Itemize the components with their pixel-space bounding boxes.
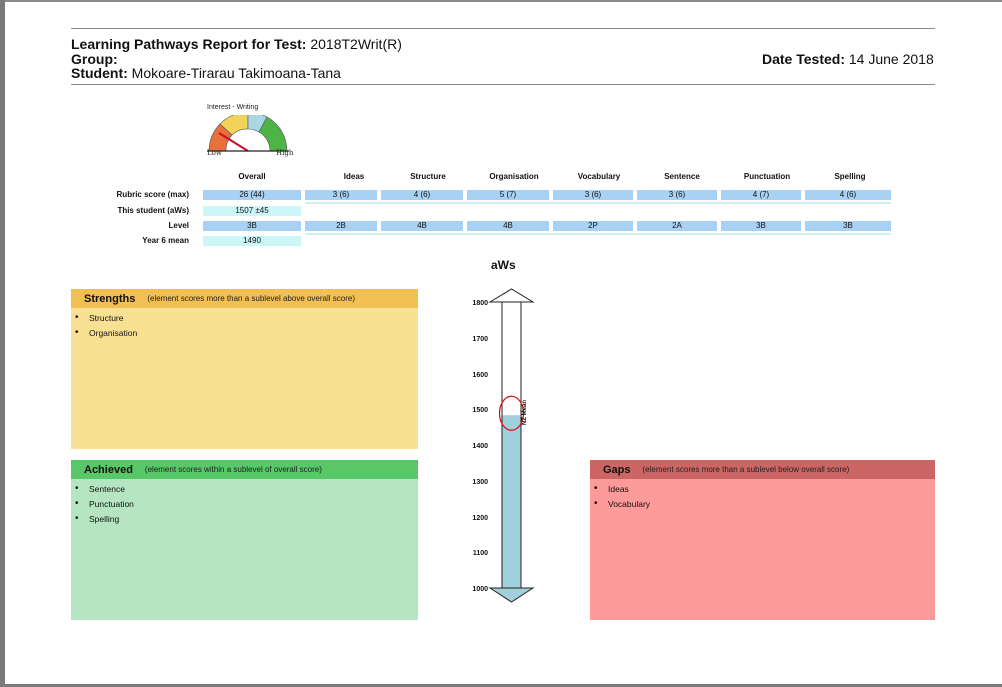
gauge-title: Interest - Writing — [207, 104, 259, 111]
report-title-label: Learning Pathways Report for Test: — [71, 36, 307, 52]
col-header-overall: Overall — [238, 172, 266, 181]
col-header-sentence: Sentence — [664, 172, 700, 181]
gaps-panel: Gaps (element scores more than a subleve… — [590, 460, 935, 620]
gauge-high-label: High — [276, 149, 294, 157]
row-label-student: This student (aWs) — [117, 206, 189, 215]
viewer-left-edge — [0, 0, 5, 687]
scale-tick-label: 1700 — [472, 336, 488, 343]
scale-tick-label: 1600 — [472, 372, 488, 379]
achieved-item: Spelling — [75, 511, 134, 527]
gaps-list: Ideas Vocabulary — [590, 481, 650, 512]
test-name: 2018T2Writ(R) — [310, 36, 402, 52]
gaps-desc: (element scores more than a sublevel bel… — [642, 465, 850, 474]
level-overall: 3B — [203, 221, 301, 231]
gauge-low-label: Low — [207, 149, 222, 157]
scale-tick-label: 1400 — [472, 443, 488, 450]
rubric-punctuation: 4 (7) — [721, 190, 801, 200]
col-header-structure: Structure — [410, 172, 446, 181]
scale-tick-label: 1500 — [472, 407, 488, 414]
aws-score-fill — [502, 415, 521, 588]
date-line: Date Tested: 14 June 2018 — [762, 51, 934, 67]
scale-tick-label: 1100 — [472, 550, 488, 557]
rubric-divider — [305, 202, 891, 204]
achieved-desc: (element scores within a sublevel of ove… — [144, 465, 322, 474]
achieved-panel: Achieved (element scores within a sublev… — [71, 460, 418, 620]
aws-scale — [488, 288, 535, 603]
level-spelling: 3B — [805, 221, 891, 231]
scale-tick-label: 1000 — [472, 586, 488, 593]
level-organisation: 4B — [467, 221, 549, 231]
achieved-item: Sentence — [75, 481, 134, 497]
level-divider — [305, 233, 891, 235]
student-line: Student: Mokoare-Tirarau Takimoana-Tana — [71, 65, 341, 81]
date-value: 14 June 2018 — [848, 51, 934, 67]
strengths-item: Organisation — [75, 325, 137, 341]
rubric-structure: 4 (6) — [381, 190, 463, 200]
rubric-organisation: 5 (7) — [467, 190, 549, 200]
report-title: Learning Pathways Report for Test: 2018T… — [71, 36, 402, 52]
student-label: Student: — [71, 65, 128, 81]
gaps-item: Ideas — [594, 481, 650, 497]
rubric-sentence: 3 (6) — [637, 190, 717, 200]
aws-arrow-up-head — [488, 288, 535, 303]
level-vocabulary: 2P — [553, 221, 633, 231]
level-ideas: 2B — [305, 221, 377, 231]
achieved-list: Sentence Punctuation Spelling — [71, 481, 134, 527]
level-structure: 4B — [381, 221, 463, 231]
achieved-header: Achieved (element scores within a sublev… — [71, 460, 418, 479]
header-top-rule — [71, 28, 935, 29]
strengths-header: Strengths (element scores more than a su… — [71, 289, 418, 308]
date-label: Date Tested: — [762, 51, 845, 67]
level-sentence: 2A — [637, 221, 717, 231]
gaps-header: Gaps (element scores more than a subleve… — [590, 460, 935, 479]
rubric-spelling: 4 (6) — [805, 190, 891, 200]
aws-scale-title: aWs — [491, 258, 516, 272]
header-bottom-rule — [71, 84, 935, 85]
scale-tick-label: 1800 — [472, 300, 488, 307]
interest-gauge — [207, 115, 289, 152]
strengths-desc: (element scores more than a sublevel abo… — [147, 294, 355, 303]
gaps-item: Vocabulary — [594, 496, 650, 512]
strengths-title: Strengths — [84, 292, 136, 305]
achieved-item: Punctuation — [75, 496, 134, 512]
col-header-spelling: Spelling — [834, 172, 866, 181]
col-header-organisation: Organisation — [489, 172, 539, 181]
student-name: Mokoare-Tirarau Takimoana-Tana — [131, 65, 341, 81]
row-label-mean: Year 6 mean — [142, 236, 189, 245]
row-label-rubric: Rubric score (max) — [116, 190, 189, 199]
rubric-overall: 26 (44) — [203, 190, 301, 200]
gaps-title: Gaps — [603, 463, 631, 476]
page-top-edge — [0, 0, 1002, 2]
achieved-title: Achieved — [84, 463, 133, 476]
strengths-list: Structure Organisation — [71, 310, 137, 341]
scale-tick-label: 1300 — [472, 479, 488, 486]
rubric-ideas: 3 (6) — [305, 190, 377, 200]
nz-mean-label: NZ Mean — [522, 399, 528, 425]
aws-arrow-down-head — [488, 587, 535, 603]
scale-tick-label: 1200 — [472, 515, 488, 522]
row-label-level: Level — [168, 221, 189, 230]
mean-overall: 1490 — [203, 236, 301, 246]
rubric-vocabulary: 3 (6) — [553, 190, 633, 200]
strengths-item: Structure — [75, 310, 137, 326]
strengths-panel: Strengths (element scores more than a su… — [71, 289, 418, 449]
student-overall: 1507 ±45 — [203, 206, 301, 216]
level-punctuation: 3B — [721, 221, 801, 231]
